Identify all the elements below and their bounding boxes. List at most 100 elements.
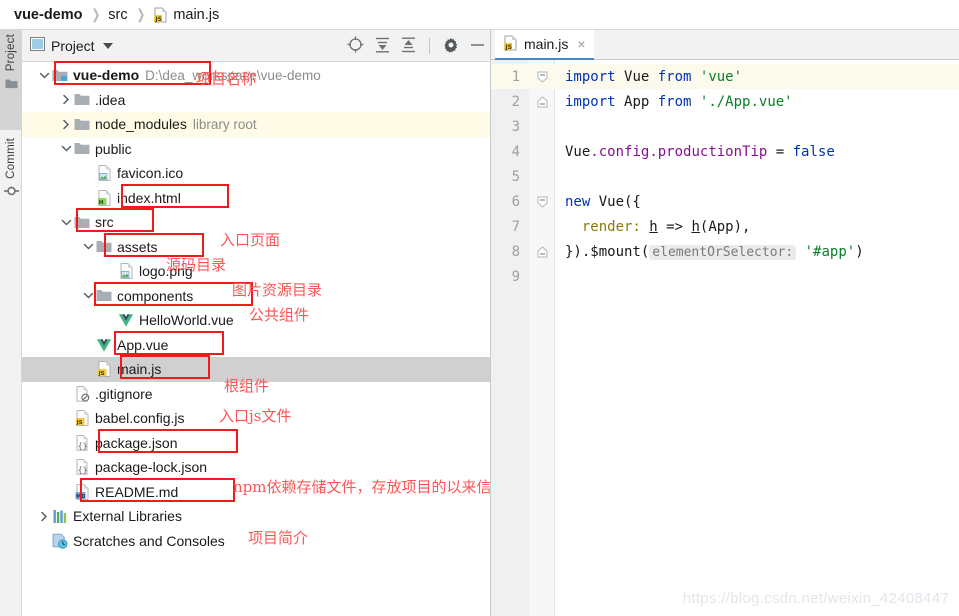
project-panel-title-group[interactable]: Project [22, 37, 113, 54]
tree-row-label: HelloWorld.vue [139, 312, 234, 329]
fold-close-icon[interactable] [529, 95, 555, 108]
code-text: import Vue from 'vue' [555, 69, 742, 85]
sidebar-item-project[interactable]: Project [0, 30, 22, 130]
expand-all-icon[interactable] [375, 37, 390, 56]
chevron-down-icon[interactable] [38, 69, 51, 82]
tree-row[interactable]: vue-demo D:\dea_workspace\vue-demo [22, 63, 490, 88]
svg-text:MD: MD [76, 494, 86, 500]
line-number: 3 [511, 118, 520, 135]
tree-row[interactable]: .idea [22, 88, 490, 113]
chevron-down-icon[interactable] [60, 216, 73, 229]
tree-row-label: README.md [95, 483, 179, 500]
editor-tab-main-js[interactable]: JS main.js × [495, 30, 594, 60]
breadcrumb-separator-icon: ❯ [136, 6, 145, 22]
md-file-icon: MD [73, 483, 91, 500]
code-line[interactable]: 6 new Vue({ [491, 189, 959, 214]
tree-row-sublabel: library root [192, 116, 257, 132]
tree-row[interactable]: node_modules library root [22, 112, 490, 137]
line-number: 1 [511, 68, 520, 85]
tree-row[interactable]: favicon.ico [22, 161, 490, 186]
annotation-text: 入口js文件 [219, 407, 292, 425]
tree-row[interactable]: Hindex.html [22, 186, 490, 211]
breadcrumb-item-file[interactable]: JS main.js [153, 7, 219, 23]
code-token: App [624, 93, 658, 110]
annotation-text: 公共组件 [249, 306, 310, 324]
chevron-down-icon[interactable] [60, 142, 73, 155]
parameter-hint: elementOrSelector: [649, 244, 797, 260]
code-token: (App), [699, 218, 751, 235]
tool-window-strip: Project Commit [0, 30, 22, 616]
js-file-icon: JS [153, 7, 168, 23]
annotation-text: 项目简介 [248, 529, 309, 547]
code-line[interactable]: 4 Vue.config.productionTip = false [491, 139, 959, 164]
svg-text:{}: {} [77, 466, 87, 475]
tree-row-label: favicon.ico [117, 165, 184, 182]
code-line[interactable]: 9 [491, 264, 959, 289]
chevron-down-icon[interactable] [82, 240, 95, 253]
project-window-icon [30, 37, 45, 54]
folder-icon [5, 77, 18, 92]
tree-row-label: public [95, 140, 132, 157]
code-line[interactable]: 5 [491, 164, 959, 189]
annotation-text: 根组件 [224, 377, 270, 395]
annotation-text: npm依赖存储文件，存放项目的以来信息 [233, 478, 491, 496]
tree-row-label: components [117, 287, 194, 304]
folder-icon [73, 141, 91, 157]
tree-row-label: App.vue [117, 336, 169, 353]
code-line[interactable]: 7 render: h => h(App), [491, 214, 959, 239]
tree-row-label: main.js [117, 361, 162, 378]
tree-row-label: node_modules [95, 116, 187, 133]
tree-row[interactable]: External Libraries [22, 504, 490, 529]
commit-icon [3, 185, 19, 200]
chevron-right-icon[interactable] [38, 510, 51, 523]
code-line[interactable]: 2 import App from './App.vue' [491, 89, 959, 114]
gear-icon[interactable] [443, 37, 459, 56]
folder-icon [73, 116, 91, 132]
json-file-icon: {} [73, 434, 91, 451]
breadcrumb: vue-demo ❯ src ❯ JS main.js [0, 0, 959, 30]
collapse-all-icon[interactable] [401, 37, 416, 56]
tree-row[interactable]: App.vue [22, 333, 490, 358]
editor-tab-bar: JS main.js × [491, 30, 959, 60]
code-text: Vue.config.productionTip = false [555, 144, 835, 160]
sidebar-item-commit[interactable]: Commit [0, 134, 22, 236]
tree-row[interactable]: {} package.json [22, 431, 490, 456]
code-view[interactable]: 1 import Vue from 'vue' 2 import App from '… [491, 60, 959, 616]
project-panel-toolbar [347, 30, 485, 62]
svg-text:H: H [98, 200, 103, 206]
code-token: ) [855, 243, 864, 260]
code-token: 'vue' [699, 68, 743, 85]
breadcrumb-separator-icon: ❯ [90, 6, 100, 22]
breadcrumb-item-src[interactable]: src [108, 7, 127, 23]
code-text: render: h => h(App), [555, 218, 751, 235]
fold-open-icon[interactable] [529, 71, 555, 83]
chevron-right-icon[interactable] [60, 118, 73, 131]
fold-close-icon[interactable] [529, 245, 555, 258]
fold-open-icon[interactable] [529, 196, 555, 208]
chevron-right-icon[interactable] [60, 93, 73, 106]
code-line[interactable]: 8}).$mount(elementOrSelector: '#app') [491, 239, 959, 264]
tree-row-label: .gitignore [95, 385, 153, 402]
code-token: = [767, 143, 793, 160]
line-number: 7 [511, 218, 520, 235]
code-line[interactable]: 3 [491, 114, 959, 139]
code-token: => [657, 218, 692, 235]
chevron-down-icon[interactable] [102, 42, 113, 49]
chevron-down-icon[interactable] [82, 289, 95, 302]
tree-row[interactable]: public [22, 137, 490, 162]
breadcrumb-item-project[interactable]: vue-demo [14, 7, 83, 23]
tree-row-label: babel.config.js [95, 410, 185, 427]
close-icon[interactable]: × [577, 36, 585, 52]
code-line[interactable]: 1 import Vue from 'vue' [491, 64, 959, 89]
locate-icon[interactable] [347, 36, 364, 56]
minimize-icon[interactable] [470, 39, 485, 54]
